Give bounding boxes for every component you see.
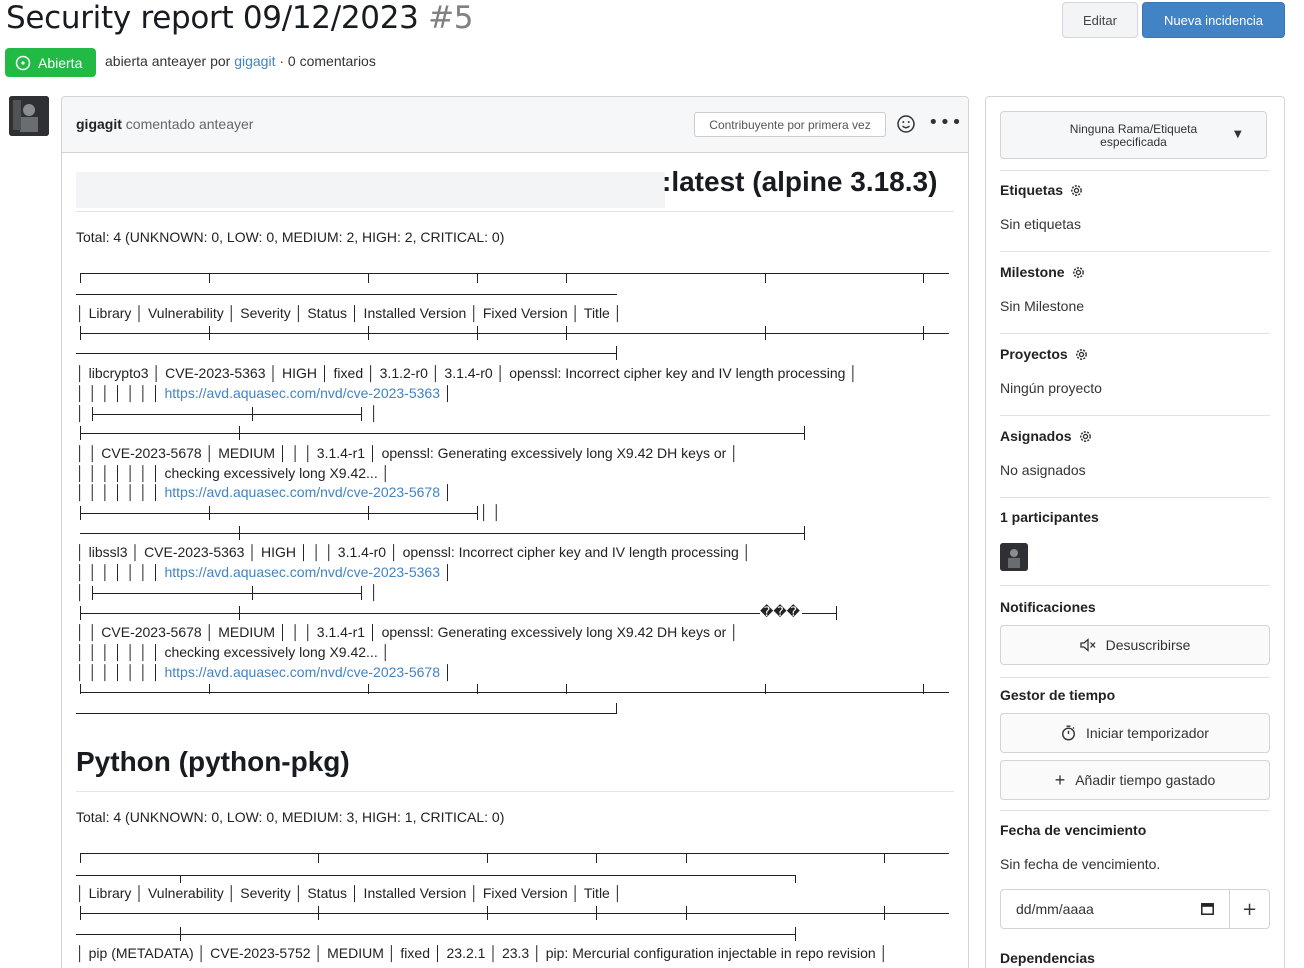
- table-border: [76, 294, 617, 295]
- table-row: │ │ CVE-2023-5678 │ MEDIUM │ │ │ 3.1.4-r…: [76, 624, 739, 640]
- table-row: │ │ │ │ │ │ │ https://avd.aquasec.com/nv…: [76, 484, 453, 500]
- cve-link[interactable]: https://avd.aquasec.com/nvd/cve-2023-567…: [164, 664, 440, 680]
- table-border: [80, 513, 478, 514]
- new-issue-button[interactable]: Nueva incidencia: [1142, 2, 1285, 38]
- total-summary-1: Total: 4 (UNKNOWN: 0, LOW: 0, MEDIUM: 2,…: [76, 229, 505, 245]
- table-row: │ │ │ │ │ │ │ https://avd.aquasec.com/nv…: [76, 664, 453, 680]
- comment-author: gigagit comentado anteayer: [76, 116, 253, 132]
- gear-icon[interactable]: [1071, 265, 1086, 280]
- branch-selector[interactable]: Ninguna Rama/Etiqueta especificada: [1000, 111, 1267, 159]
- time-tracker-title: Gestor de tiempo: [1000, 687, 1116, 703]
- caret-down-icon: ▼: [1234, 129, 1242, 140]
- issue-open-icon: [15, 55, 31, 70]
- emoji-reaction-icon[interactable]: [896, 114, 916, 134]
- assignees-section[interactable]: Asignados: [1000, 428, 1093, 444]
- table-row: │ │ │ │ │ │ │ checking excessively long …: [76, 644, 391, 660]
- start-timer-button[interactable]: Iniciar temporizador: [1000, 713, 1270, 753]
- table-border: [92, 414, 362, 415]
- milestone-value: Sin Milestone: [1000, 298, 1085, 314]
- table-row: │ │ │ │ │ │ │ https://avd.aquasec.com/nv…: [76, 385, 453, 401]
- gear-icon[interactable]: [1078, 429, 1093, 444]
- issue-meta: abierta anteayer por gigagit · 0 comenta…: [105, 53, 376, 69]
- table-border: [80, 853, 949, 854]
- comment-box: gigagit comentado anteayer Contribuyente…: [61, 96, 969, 968]
- assignees-value: No asignados: [1000, 462, 1086, 478]
- issue-number: #5: [428, 0, 474, 36]
- date-placeholder: dd/mm/aaaa: [1016, 901, 1094, 917]
- due-date-value: Sin fecha de vencimiento.: [1000, 856, 1161, 872]
- gear-icon[interactable]: [1069, 183, 1084, 198]
- table-row: │: [76, 405, 85, 421]
- table-border: [80, 273, 949, 274]
- table-header-row: │ Library │ Vulnerability │ Severity │ S…: [76, 305, 623, 321]
- unsubscribe-button[interactable]: Desuscribirse: [1000, 625, 1270, 665]
- due-date-input[interactable]: dd/mm/aaaa: [1000, 889, 1230, 929]
- plus-icon: +: [1054, 769, 1066, 790]
- projects-value: Ningún proyecto: [1000, 380, 1102, 396]
- image-heading: :latest (alpine 3.18.3): [662, 166, 938, 197]
- participant-avatar[interactable]: [1000, 543, 1028, 571]
- table-border: [80, 613, 760, 614]
- calendar-icon[interactable]: [1201, 902, 1214, 915]
- table-border: [76, 934, 796, 935]
- issue-title-text: Security report 09/12/2023: [6, 0, 419, 36]
- python-heading: Python (python-pkg): [76, 746, 350, 777]
- total-summary-2: Total: 4 (UNKNOWN: 0, LOW: 0, MEDIUM: 3,…: [76, 809, 505, 825]
- meta-suffix: · 0 comentarios: [279, 53, 376, 69]
- table-border: [76, 353, 617, 354]
- table-row: │ │ CVE-2023-5678 │ MEDIUM │ │ │ 3.1.4-r…: [76, 445, 739, 461]
- heading-rule: [76, 791, 954, 792]
- table-border: [80, 533, 805, 534]
- status-label: Abierta: [38, 54, 83, 71]
- table-row: │: [76, 584, 85, 600]
- garbled-chars: ���: [760, 604, 800, 619]
- status-badge: Abierta: [5, 48, 96, 77]
- table-row: │ │ │ │ │ │ │ https://avd.aquasec.com/nv…: [76, 564, 453, 580]
- branch-label: Ninguna Rama/Etiqueta especificada: [1069, 122, 1198, 149]
- contributor-badge: Contribuyente por primera vez: [694, 112, 886, 137]
- table-row: │ libssl3 │ CVE-2023-5363 │ HIGH │ │ │ 3…: [76, 544, 752, 560]
- table-border: [80, 913, 949, 914]
- table-border: [76, 875, 796, 876]
- meta-prefix: abierta anteayer por: [105, 53, 231, 69]
- milestone-section[interactable]: Milestone: [1000, 264, 1086, 280]
- stopwatch-icon: [1062, 725, 1076, 741]
- add-time-button[interactable]: + Añadir tiempo gastado: [1000, 760, 1270, 800]
- cve-link[interactable]: https://avd.aquasec.com/nvd/cve-2023-536…: [164, 564, 440, 580]
- comment-author-name[interactable]: gigagit: [76, 116, 122, 132]
- participants-title: 1 participantes: [1000, 509, 1099, 525]
- notifications-title: Notificaciones: [1000, 599, 1096, 615]
- author-link[interactable]: gigagit: [234, 53, 275, 69]
- projects-section[interactable]: Proyectos: [1000, 346, 1089, 362]
- redacted-block: [76, 172, 665, 208]
- comment-header: gigagit comentado anteayer Contribuyente…: [62, 97, 968, 153]
- table-border: [80, 333, 949, 334]
- table-border: [80, 692, 949, 693]
- labels-section[interactable]: Etiquetas: [1000, 182, 1084, 198]
- table-border: [76, 713, 617, 714]
- more-options-icon[interactable]: •••: [928, 112, 963, 133]
- edit-button[interactable]: Editar: [1062, 2, 1138, 38]
- mute-icon: [1079, 638, 1096, 652]
- table-row: │ pip (METADATA) │ CVE-2023-5752 │ MEDIU…: [76, 945, 889, 961]
- cve-link[interactable]: https://avd.aquasec.com/nvd/cve-2023-567…: [164, 484, 440, 500]
- comment-action: comentado anteayer: [125, 116, 254, 132]
- heading-rule: [76, 211, 954, 212]
- issue-title: Security report 09/12/2023 #5: [6, 0, 474, 36]
- table-row: │ │ │ │ │ │ │ checking excessively long …: [76, 465, 391, 481]
- dependencies-title: Dependencias: [1000, 950, 1095, 966]
- avatar[interactable]: [9, 96, 49, 136]
- gear-icon[interactable]: [1074, 347, 1089, 362]
- table-header-row: │ Library │ Vulnerability │ Severity │ S…: [76, 885, 623, 901]
- cve-link[interactable]: https://avd.aquasec.com/nvd/cve-2023-536…: [164, 385, 440, 401]
- labels-value: Sin etiquetas: [1000, 216, 1081, 232]
- table-border: [80, 433, 805, 434]
- add-due-date-button[interactable]: +: [1229, 889, 1270, 929]
- table-border: [92, 593, 362, 594]
- table-row: │ libcrypto3 │ CVE-2023-5363 │ HIGH │ fi…: [76, 365, 859, 381]
- due-date-title: Fecha de vencimiento: [1000, 822, 1147, 838]
